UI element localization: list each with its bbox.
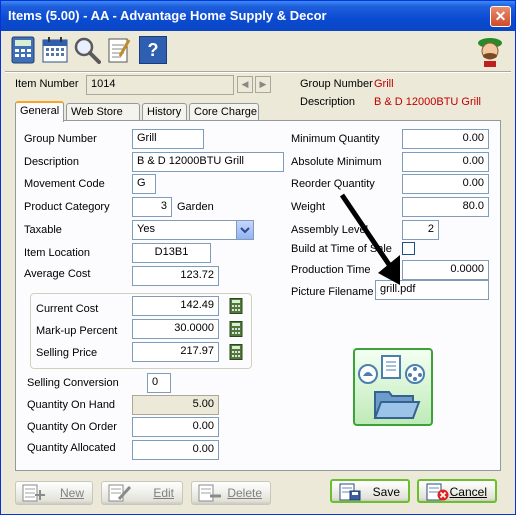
- calendar-icon[interactable]: [41, 36, 69, 64]
- tab-web-store[interactable]: Web Store: [66, 103, 140, 121]
- calculator-icon[interactable]: [229, 344, 243, 360]
- qty-on-hand-label: Quantity On Hand: [27, 399, 116, 411]
- tab-history[interactable]: History: [142, 103, 187, 121]
- header-group-number-value: Grill: [374, 78, 394, 90]
- window-title: Items (5.00) - AA - Advantage Home Suppl…: [8, 8, 327, 23]
- cancel-button[interactable]: Cancel: [417, 479, 497, 503]
- abs-min-label: Absolute Minimum: [291, 156, 382, 168]
- group-number-label: Group Number: [24, 133, 97, 145]
- weight-label: Weight: [291, 201, 326, 213]
- markup-percent-label: Mark-up Percent: [36, 325, 118, 337]
- production-time-field[interactable]: 0.0000: [402, 260, 489, 280]
- average-cost-field[interactable]: 123.72: [132, 266, 219, 286]
- chevron-right-icon: ▶: [259, 79, 267, 89]
- product-category-label: Product Category: [24, 201, 110, 213]
- selling-price-field[interactable]: 217.97: [132, 342, 219, 362]
- title-bar: Items (5.00) - AA - Advantage Home Suppl…: [1, 1, 515, 31]
- new-button[interactable]: New: [15, 481, 93, 505]
- current-cost-field[interactable]: 142.49: [132, 296, 219, 316]
- calculator-icon[interactable]: [9, 36, 37, 64]
- item-number-field[interactable]: 1014: [86, 75, 234, 95]
- selling-conversion-label: Selling Conversion: [27, 377, 119, 389]
- abs-min-field[interactable]: 0.00: [402, 152, 489, 172]
- edit-button-label: Edit: [153, 486, 174, 500]
- notepad-icon[interactable]: [105, 36, 133, 64]
- markup-percent-field[interactable]: 30.0000: [132, 319, 219, 339]
- qty-on-order-label: Quantity On Order: [27, 421, 117, 433]
- next-item-button[interactable]: ▶: [255, 76, 271, 93]
- items-window: Items (5.00) - AA - Advantage Home Suppl…: [0, 0, 516, 515]
- chevron-left-icon: ◀: [241, 79, 249, 89]
- annotation-arrow-icon: [339, 193, 400, 285]
- save-button-label: Save: [372, 485, 400, 499]
- cancel-icon: [426, 483, 449, 501]
- qty-allocated-field[interactable]: 0.00: [132, 440, 219, 460]
- help-book-icon[interactable]: ?: [139, 36, 167, 64]
- header-description-label: Description: [300, 96, 356, 108]
- mascot-icon: [478, 38, 502, 67]
- calculator-icon[interactable]: [229, 298, 243, 314]
- product-category-field[interactable]: 3: [132, 197, 172, 217]
- tab-core-charge[interactable]: Core Charge: [189, 103, 259, 121]
- general-panel: Group Number Grill Description B & D 120…: [15, 120, 501, 471]
- calculator-icon[interactable]: [229, 321, 243, 337]
- delete-button-label: Delete: [227, 486, 262, 500]
- item-location-field[interactable]: D13B1: [132, 243, 211, 263]
- selling-conversion-field[interactable]: 0: [147, 373, 171, 393]
- movement-code-field[interactable]: G: [132, 174, 156, 194]
- description-label: Description: [24, 156, 80, 168]
- save-icon: [339, 483, 361, 501]
- product-category-name: Garden: [177, 201, 214, 213]
- close-button[interactable]: ✕: [490, 6, 511, 27]
- average-cost-label: Average Cost: [24, 268, 91, 280]
- edit-record-icon: [108, 484, 132, 502]
- qty-allocated-label: Quantity Allocated: [27, 442, 116, 454]
- save-button[interactable]: Save: [330, 479, 410, 503]
- new-button-label: New: [59, 486, 84, 500]
- toolbar-separator: [5, 71, 511, 73]
- min-qty-field[interactable]: 0.00: [402, 129, 489, 149]
- close-icon: ✕: [494, 8, 507, 24]
- item-number-label: Item Number: [15, 78, 79, 90]
- delete-button[interactable]: Delete: [191, 481, 271, 505]
- media-files-icon: [358, 355, 425, 419]
- cancel-button-label: Cancel: [449, 485, 487, 499]
- qty-on-hand-field: 5.00: [132, 395, 219, 415]
- weight-field[interactable]: 80.0: [402, 197, 489, 217]
- min-qty-label: Minimum Quantity: [291, 133, 380, 145]
- header-description-value: B & D 12000BTU Grill: [374, 96, 481, 108]
- qty-on-order-field[interactable]: 0.00: [132, 417, 219, 437]
- item-location-label: Item Location: [24, 247, 91, 259]
- group-number-field[interactable]: Grill: [132, 129, 204, 149]
- edit-button[interactable]: Edit: [101, 481, 183, 505]
- magnifier-icon[interactable]: [73, 36, 101, 64]
- toolbar: ?: [5, 33, 511, 69]
- picture-preview-button[interactable]: [353, 348, 433, 426]
- current-cost-label: Current Cost: [36, 303, 99, 315]
- new-record-icon: [22, 484, 45, 502]
- tab-general[interactable]: General: [15, 101, 64, 122]
- taxable-label: Taxable: [24, 224, 62, 236]
- prev-item-button[interactable]: ◀: [237, 76, 253, 93]
- chevron-down-icon[interactable]: [236, 221, 253, 239]
- selling-price-label: Selling Price: [36, 347, 98, 359]
- taxable-value: Yes: [137, 223, 155, 235]
- delete-record-icon: [198, 484, 221, 502]
- reorder-qty-field[interactable]: 0.00: [402, 174, 489, 194]
- header-group-number-label: Group Number: [300, 78, 373, 90]
- movement-code-label: Movement Code: [24, 178, 105, 190]
- description-field[interactable]: B & D 12000BTU Grill: [132, 152, 284, 172]
- taxable-select[interactable]: Yes: [132, 220, 254, 240]
